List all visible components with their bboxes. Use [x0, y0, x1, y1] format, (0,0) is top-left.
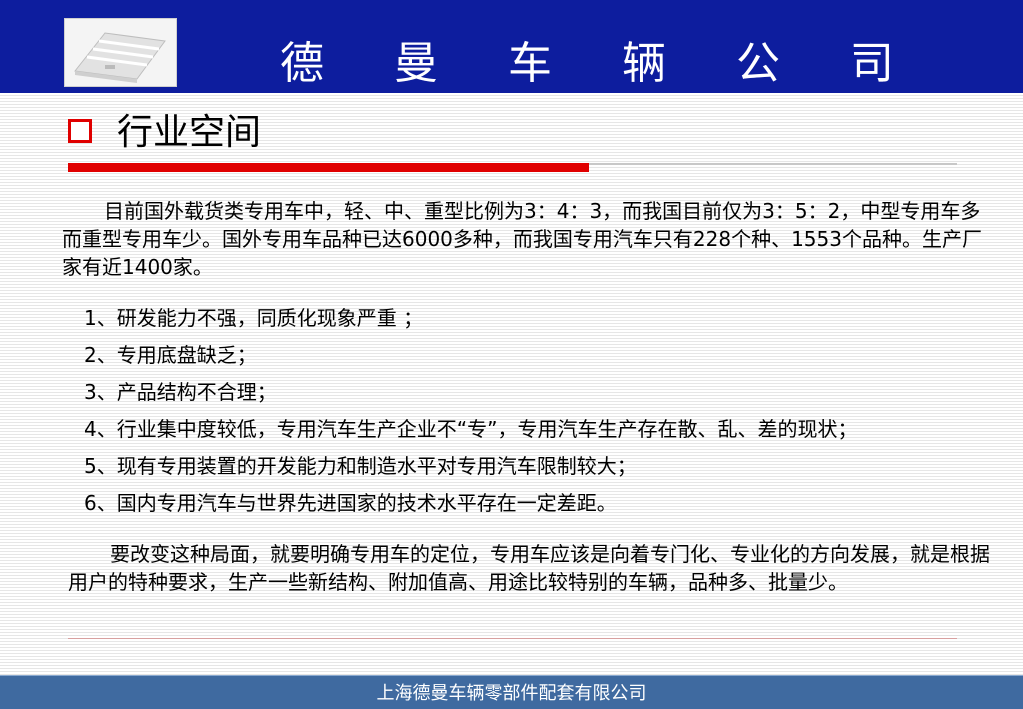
footer-bar: 上海德曼车辆零部件配套有限公司 [0, 675, 1023, 709]
intro-text: 目前国外载货类专用车中，轻、中、重型比例为3：4：3，而我国目前仅为3：5：2，… [62, 199, 982, 279]
company-logo [64, 18, 177, 87]
list-item: 6、国内专用汽车与世界先进国家的技术水平存在一定差距。 [84, 491, 617, 515]
header-bar: 德 曼 车 辆 公 司 [0, 0, 1023, 93]
list-item: 5、现有专用装置的开发能力和制造水平对专用汽车限制较大； [84, 454, 637, 478]
company-title: 德 曼 车 辆 公 司 [280, 38, 922, 89]
list-item: 3、产品结构不合理； [84, 380, 277, 404]
conclusion-paragraph: 要改变这种局面，就要明确专用车的定位，专用车应该是向着专门化、专业化的方向发展，… [68, 540, 998, 596]
title-underline-red [68, 163, 589, 172]
section-title: 行业空间 [117, 112, 262, 153]
list-item: 4、行业集中度较低，专用汽车生产企业不“专”，专用汽车生产存在散、乱、差的现状； [84, 417, 858, 441]
bottom-divider [68, 638, 957, 639]
problem-list: 1、研发能力不强，同质化现象严重 ； 2、专用底盘缺乏； 3、产品结构不合理； … [84, 300, 1014, 522]
list-item: 1、研发能力不强，同质化现象严重 ； [84, 306, 424, 330]
truck-logo-icon [65, 19, 176, 86]
intro-paragraph: 目前国外载货类专用车中，轻、中、重型比例为3：4：3，而我国目前仅为3：5：2，… [62, 197, 992, 281]
square-bullet-icon [68, 119, 92, 143]
title-underline-gray [589, 163, 957, 165]
list-item: 2、专用底盘缺乏； [84, 343, 257, 367]
conclusion-text: 要改变这种局面，就要明确专用车的定位，专用车应该是向着专门化、专业化的方向发展，… [68, 542, 990, 594]
footer-company-name: 上海德曼车辆零部件配套有限公司 [376, 683, 647, 704]
